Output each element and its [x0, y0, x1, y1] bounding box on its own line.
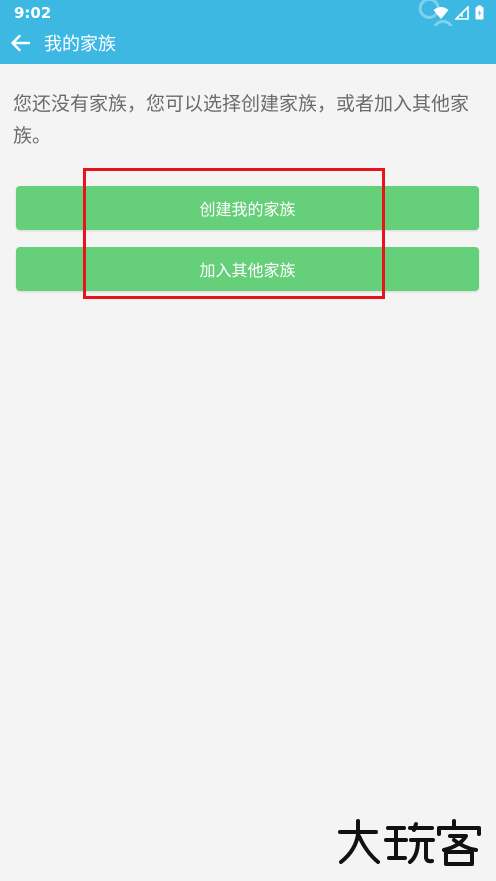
- status-time: 9:02: [14, 4, 52, 22]
- arrow-left-icon: [10, 34, 31, 56]
- app-bar: 我的家族: [0, 26, 496, 64]
- back-button[interactable]: [6, 32, 34, 58]
- empty-family-message: 您还没有家族，您可以选择创建家族，或者加入其他家族。: [13, 93, 470, 147]
- screen: 9:02 我的家族 您还没有家族，您可以选择创建家族，或者加入其他家族。 创建我…: [0, 0, 496, 881]
- highlight-annotation-box: [83, 168, 385, 299]
- watermark-logo: [336, 818, 482, 878]
- page-title: 我的家族: [44, 34, 116, 55]
